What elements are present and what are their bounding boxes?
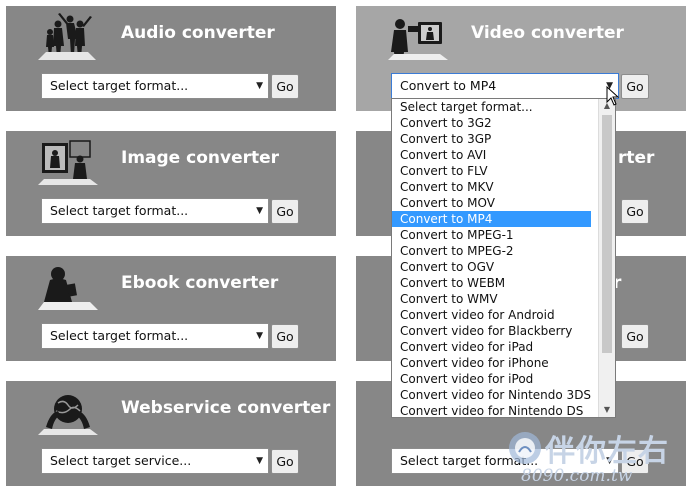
dropdown-scrollbar[interactable]: ▲ ▼: [598, 99, 615, 417]
go-button[interactable]: Go: [271, 74, 299, 99]
people-silhouette-icon: [38, 13, 96, 60]
go-button[interactable]: Go: [271, 449, 299, 474]
dropdown-option[interactable]: Convert to MPEG-2: [392, 243, 591, 259]
dropdown-option[interactable]: Select target format...: [392, 99, 591, 115]
globe-hands-icon: [38, 395, 98, 435]
go-button[interactable]: Go: [271, 324, 299, 349]
service-select[interactable]: Select target service... ▼: [41, 448, 269, 474]
dropdown-option[interactable]: Convert video for Android: [392, 307, 591, 323]
tile-title: Video converter: [471, 23, 624, 43]
reader-silhouette-icon: [38, 267, 98, 310]
watermark-logo: 伴你左右 8090.com.tw: [505, 426, 690, 490]
watermark-text: 伴你左右: [545, 434, 669, 469]
dropdown-option[interactable]: Convert to OGV: [392, 259, 591, 275]
mouse-cursor-icon: [606, 86, 620, 106]
format-select[interactable]: Select target format... ▼: [41, 323, 269, 349]
select-value: Select target format...: [50, 78, 189, 93]
dropdown-arrow-icon: ▼: [256, 206, 263, 216]
format-select[interactable]: Select target format... ▼: [41, 198, 269, 224]
dropdown-option[interactable]: Convert to 3G2: [392, 115, 591, 131]
go-button[interactable]: Go: [271, 199, 299, 224]
scrollbar-thumb[interactable]: [602, 115, 612, 353]
go-button[interactable]: Go: [621, 74, 649, 99]
dropdown-arrow-icon: ▼: [256, 331, 263, 341]
dropdown-option[interactable]: Convert to AVI: [392, 147, 591, 163]
select-value: Select target format...: [50, 328, 189, 343]
dropdown-arrow-icon: ▼: [256, 81, 263, 91]
dropdown-option[interactable]: Convert to FLV: [392, 163, 591, 179]
dropdown-option[interactable]: Convert video for Nintendo 3DS: [392, 387, 591, 403]
tile-title: Webservice converter: [121, 398, 331, 418]
video-format-dropdown-list[interactable]: Select target format... Convert to 3G2 Con…: [391, 98, 616, 418]
format-select[interactable]: Select target format... ▼: [41, 73, 269, 99]
go-button[interactable]: Go: [621, 199, 649, 224]
dropdown-option[interactable]: Convert to MKV: [392, 179, 591, 195]
go-button[interactable]: Go: [621, 324, 649, 349]
dropdown-option[interactable]: Convert to 3GP: [392, 131, 591, 147]
format-select[interactable]: Convert to MP4 ▼: [391, 73, 619, 99]
dropdown-option[interactable]: Convert to WMV: [392, 291, 591, 307]
dropdown-option[interactable]: Convert to MOV: [392, 195, 591, 211]
dropdown-option[interactable]: Convert video for Blackberry: [392, 323, 591, 339]
select-value: Select target service...: [50, 453, 192, 468]
camera-operator-icon: [388, 19, 448, 60]
ebook-converter-tile: Ebook converter Select target format... …: [6, 256, 336, 361]
scroll-down-arrow-icon[interactable]: ▼: [599, 403, 615, 417]
select-value: Select target format...: [50, 203, 189, 218]
tile-title: Audio converter: [121, 23, 275, 43]
dropdown-option[interactable]: Convert to MP4: [392, 211, 591, 227]
tile-title-partial: rter: [618, 148, 655, 168]
dropdown-option[interactable]: Convert to WEBM: [392, 275, 591, 291]
tile-title: Ebook converter: [121, 273, 279, 293]
dropdown-arrow-icon: ▼: [256, 456, 263, 466]
select-value: Convert to MP4: [400, 78, 497, 93]
dropdown-option[interactable]: Convert video for iPad: [392, 339, 591, 355]
dropdown-option[interactable]: Convert video for iPhone: [392, 355, 591, 371]
tile-title: Image converter: [121, 148, 280, 168]
dropdown-option[interactable]: Convert video for Nintendo DS: [392, 403, 591, 417]
audio-converter-tile: Audio converter Select target format... …: [6, 6, 336, 111]
dropdown-option[interactable]: Convert video for iPod: [392, 371, 591, 387]
webservice-converter-tile: Webservice converter Select target servi…: [6, 381, 336, 486]
photo-silhouette-icon: [38, 140, 98, 185]
watermark-url: 8090.com.tw: [521, 466, 633, 486]
dropdown-option[interactable]: Convert to MPEG-1: [392, 227, 591, 243]
image-converter-tile: Image converter Select target format... …: [6, 131, 336, 236]
video-converter-tile: Video converter Convert to MP4 ▼ Go: [356, 6, 686, 111]
